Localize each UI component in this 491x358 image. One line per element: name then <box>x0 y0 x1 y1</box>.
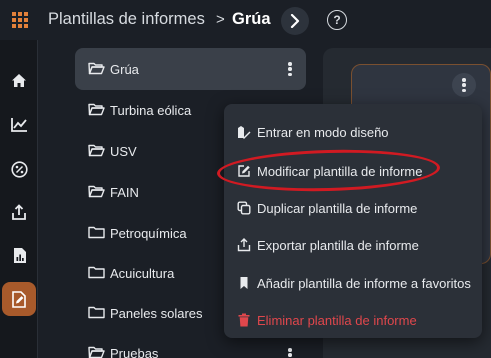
folder-open-icon <box>88 346 105 358</box>
tree-item-label: Pruebas <box>110 345 159 358</box>
breadcrumb-root[interactable]: Plantillas de informes <box>48 10 205 29</box>
folder-open-icon <box>88 185 105 198</box>
edit-report-icon <box>12 290 26 308</box>
menu-item-edit-template[interactable]: Modificar plantilla de informe <box>224 152 482 190</box>
duplicate-icon <box>237 201 251 215</box>
more-options-icon <box>462 78 466 92</box>
home-icon <box>12 73 26 87</box>
edit-icon <box>238 165 250 177</box>
tree-item-label: Turbina eólica <box>110 102 192 118</box>
menu-item-label: Duplicar plantilla de informe <box>257 200 418 216</box>
breadcrumb-separator: > <box>216 11 225 28</box>
tree-item-label: Petroquímica <box>110 225 187 241</box>
card-more-options-button[interactable] <box>452 73 476 97</box>
folder-icon <box>88 266 105 279</box>
trend-chart-icon <box>11 118 27 132</box>
percent-icon <box>10 160 28 178</box>
rail-item-trends[interactable] <box>0 107 38 143</box>
chevron-right-icon <box>290 14 300 28</box>
rail-item-upload[interactable] <box>0 194 38 230</box>
help-icon: ? <box>333 13 341 27</box>
more-options-icon[interactable] <box>288 62 292 76</box>
menu-item-label: Exportar plantilla de informe <box>257 237 419 253</box>
menu-item-label: Modificar plantilla de informe <box>257 163 423 179</box>
menu-item-export-template[interactable]: Exportar plantilla de informe <box>224 226 482 264</box>
tree-item-grua[interactable]: Grúa <box>75 48 306 90</box>
rail-item-report-templates[interactable] <box>2 282 36 316</box>
bookmark-icon <box>240 277 248 289</box>
breadcrumb-next-button[interactable] <box>281 7 309 35</box>
menu-item-duplicate-template[interactable]: Duplicar plantilla de informe <box>224 189 482 227</box>
folder-icon <box>88 306 105 319</box>
rail-item-percent[interactable] <box>0 151 38 187</box>
rail-item-reports[interactable] <box>0 237 38 273</box>
upload-icon <box>12 203 26 220</box>
folder-icon <box>88 226 105 239</box>
left-rail <box>0 40 38 358</box>
tree-item-label: Grúa <box>110 61 139 77</box>
report-chart-icon <box>13 247 26 263</box>
menu-item-add-favorite[interactable]: Añadir plantilla de informe a favoritos <box>224 264 482 302</box>
folder-open-icon <box>88 103 105 116</box>
more-options-icon[interactable] <box>288 348 292 358</box>
menu-item-design-mode[interactable]: Entrar en modo diseño <box>224 113 482 151</box>
tree-item-label: Paneles solares <box>110 305 203 321</box>
trash-icon <box>238 313 250 327</box>
folder-open-icon <box>88 62 105 75</box>
top-bar: Plantillas de informes > Grúa ? <box>0 0 491 40</box>
tree-item-label: Acuicultura <box>110 265 175 281</box>
rail-item-home[interactable] <box>0 62 38 98</box>
menu-item-label: Añadir plantilla de informe a favoritos <box>257 275 471 291</box>
design-mode-icon <box>238 126 251 139</box>
help-button[interactable]: ? <box>327 10 347 30</box>
folder-open-icon <box>88 144 105 157</box>
menu-item-label: Entrar en modo diseño <box>257 124 389 140</box>
tree-item-label: FAIN <box>110 184 139 200</box>
export-icon <box>237 238 251 252</box>
menu-item-delete-template[interactable]: Eliminar plantilla de informe <box>224 301 482 339</box>
menu-item-label: Eliminar plantilla de informe <box>257 312 417 328</box>
apps-grid-icon[interactable] <box>12 12 28 28</box>
context-menu: Entrar en modo diseño Modificar plantill… <box>224 104 482 338</box>
tree-item-label: USV <box>110 143 137 159</box>
breadcrumb-current: Grúa <box>232 10 271 28</box>
